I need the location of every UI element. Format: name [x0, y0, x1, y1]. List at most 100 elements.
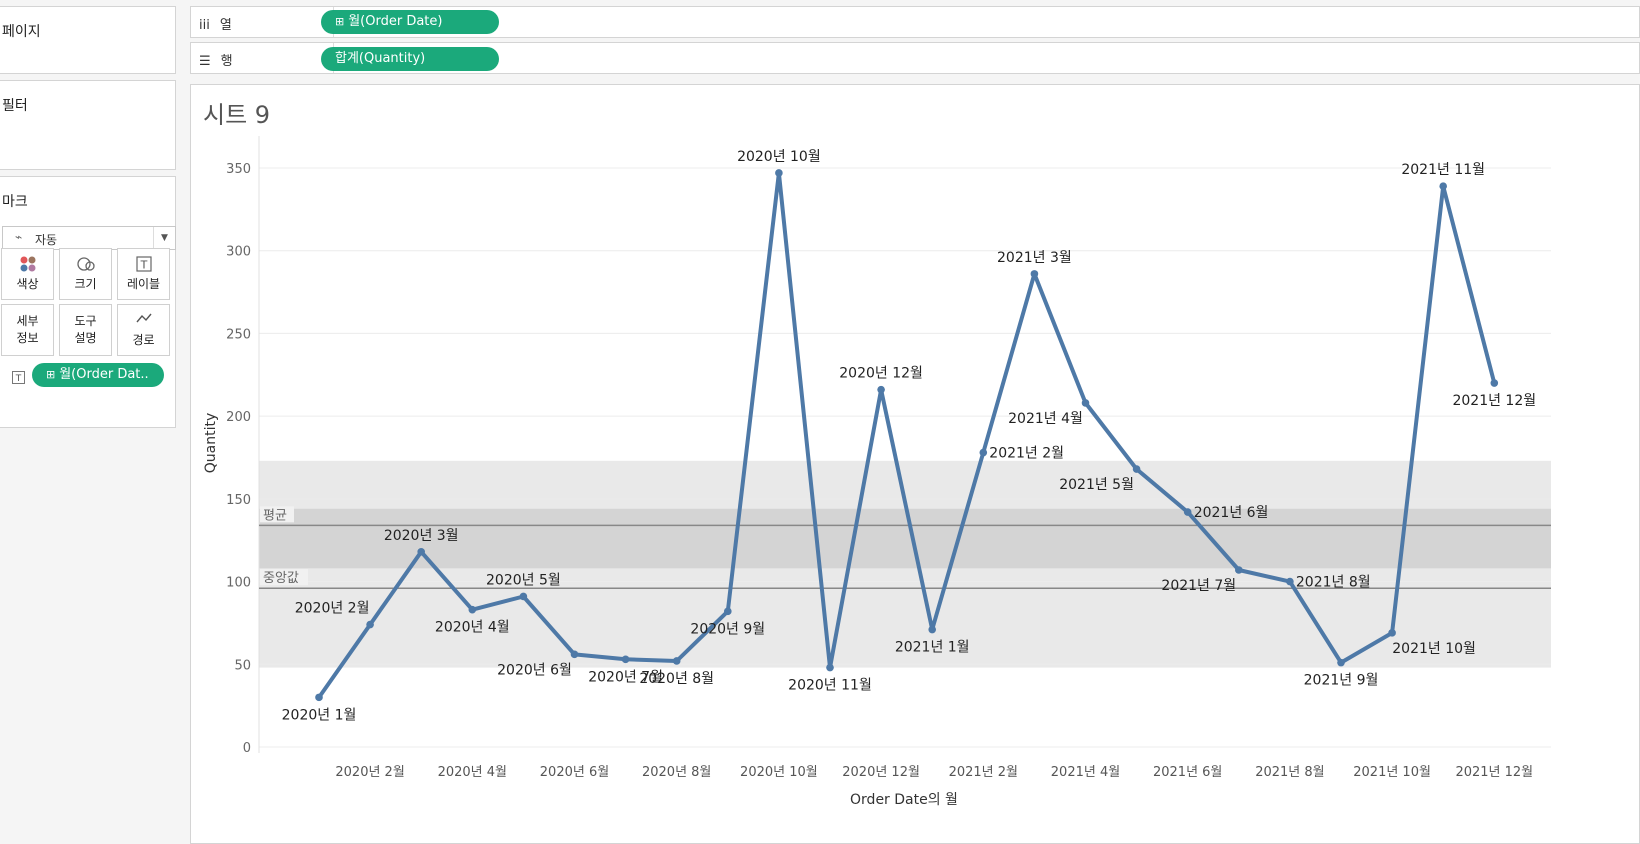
x-tick-label: 2021년 10월 [1353, 765, 1431, 780]
data-label: 2021년 4월 [1008, 411, 1083, 427]
rows-pill-text: 합계(Quantity) [335, 51, 426, 66]
data-point [979, 448, 988, 457]
data-label: 2021년 1월 [895, 640, 970, 656]
label-label: 레이블 [126, 277, 161, 291]
x-tick-label: 2020년 10월 [740, 765, 818, 780]
data-point [1337, 658, 1345, 667]
reference-line-label: 중앙값 [263, 571, 299, 586]
mark-type-label: 자동 [35, 233, 58, 247]
data-label: 2021년 12월 [1452, 393, 1536, 409]
label-field-text: 월(Order Dat.. [59, 367, 149, 382]
data-point [1490, 379, 1499, 387]
data-point [775, 169, 783, 177]
data-point [928, 625, 936, 634]
filters-card[interactable]: 필터 [0, 80, 176, 170]
plus-icon: ⊞ [46, 368, 56, 381]
data-label: 2021년 3월 [997, 250, 1072, 266]
data-point [621, 655, 630, 664]
x-tick-label: 2021년 8월 [1255, 765, 1324, 780]
label-button[interactable]: T 레이블 [117, 248, 170, 300]
data-label: 2020년 9월 [690, 621, 765, 637]
y-tick-label: 200 [226, 410, 251, 425]
x-tick-label: 2021년 4월 [1051, 765, 1120, 780]
x-tick-label: 2020년 8월 [642, 765, 711, 780]
line-chart[interactable]: 0 50 100 150 200 250 300 350 평균중앙값 2020년 2월 2020년 … [191, 85, 1639, 843]
data-label: 2021년 7월 [1161, 578, 1236, 594]
x-tick-label: 2020년 12월 [842, 765, 920, 780]
tooltip-button[interactable]: 도구 설명 [59, 304, 112, 356]
y-tick-label: 150 [226, 493, 251, 508]
y-tick-label: 50 [234, 658, 251, 673]
data-label: 2020년 2월 [295, 601, 370, 617]
x-tick-label: 2021년 6월 [1153, 765, 1222, 780]
data-label: 2020년 3월 [384, 528, 459, 544]
data-point [315, 693, 323, 702]
data-label: 2021년 2월 [989, 446, 1064, 462]
data-point [468, 605, 477, 614]
data-label: 2020년 11월 [788, 678, 872, 694]
rows-shelf[interactable]: ☰ 행 합계(Quantity) [190, 42, 1640, 74]
data-point [570, 650, 579, 659]
svg-text:T: T [139, 259, 147, 272]
columns-shelf[interactable]: iii 열 ⊞ 월(Order Date) [190, 6, 1640, 38]
plus-icon: ⊞ [335, 15, 345, 28]
data-point [366, 620, 374, 629]
data-point [724, 607, 732, 616]
path-label: 경로 [132, 333, 155, 347]
reference-line-label: 평균 [263, 508, 287, 523]
data-label: 2020년 10월 [737, 149, 821, 165]
chevron-down-icon[interactable]: ▼ [153, 227, 175, 249]
viz-area[interactable]: 시트 9 0 50 100 150 200 250 300 350 평균 중앙값 2020년 2월 2… [190, 84, 1640, 844]
y-axis-title: Quantity [203, 413, 219, 474]
path-icon [118, 311, 169, 331]
data-point [1132, 465, 1141, 473]
data-point [1439, 182, 1447, 190]
size-button[interactable]: 크기 [59, 248, 112, 300]
data-label: 2021년 6월 [1194, 505, 1269, 521]
data-label: 2020년 6월 [497, 662, 572, 678]
data-label: 2021년 11월 [1401, 162, 1485, 178]
label-icon: T [118, 255, 169, 275]
detail-label: 세부 정보 [2, 313, 53, 347]
rows-pill[interactable]: 합계(Quantity) [321, 47, 499, 71]
label-field-icon: T [12, 369, 25, 388]
columns-shelf-label: iii 열 [199, 14, 232, 33]
pages-title: 페이지 [2, 24, 41, 40]
data-point [1235, 566, 1243, 574]
mark-type-dropdown[interactable]: ⌁ 자동 ▼ [2, 226, 176, 250]
data-label: 2020년 4월 [435, 620, 510, 636]
color-label: 색상 [16, 277, 39, 291]
y-tick-label: 350 [226, 162, 251, 177]
detail-label-text: 세부 정보 [16, 314, 39, 345]
data-point [1030, 270, 1039, 278]
data-point [1081, 399, 1090, 407]
x-axis-title: Order Date의 월 [850, 792, 958, 808]
pages-card: 페이지 [0, 6, 176, 74]
x-tick-label: 2021년 12월 [1455, 765, 1533, 780]
data-point [1183, 508, 1192, 516]
tooltip-label-text: 도구 설명 [74, 314, 97, 345]
rows-label-text: 행 [220, 54, 233, 69]
y-tick-label: 0 [243, 741, 251, 756]
data-label: 2021년 5월 [1059, 477, 1134, 493]
data-point [519, 592, 528, 601]
data-point [417, 547, 425, 556]
marks-title: 마크 [2, 194, 28, 210]
rows-icon: ☰ [199, 54, 211, 69]
x-tick-label: 2020년 4월 [438, 765, 507, 780]
tooltip-label: 도구 설명 [60, 313, 111, 347]
data-label: 2020년 1월 [282, 707, 357, 723]
rows-shelf-label: ☰ 행 [199, 50, 233, 69]
size-label: 크기 [74, 277, 97, 291]
data-label: 2020년 8월 [639, 671, 714, 687]
columns-label-text: 열 [219, 18, 232, 33]
data-label: 2020년 5월 [486, 572, 561, 588]
color-button[interactable]: 색상 [1, 248, 54, 300]
columns-pill[interactable]: ⊞ 월(Order Date) [321, 10, 499, 34]
data-label: 2020년 12월 [839, 366, 923, 382]
path-button[interactable]: 경로 [117, 304, 170, 356]
data-label: 2021년 8월 [1296, 575, 1371, 591]
y-tick-label: 250 [226, 327, 251, 342]
label-field-pill[interactable]: ⊞ 월(Order Dat.. [32, 363, 164, 387]
detail-button[interactable]: 세부 정보 [1, 304, 54, 356]
